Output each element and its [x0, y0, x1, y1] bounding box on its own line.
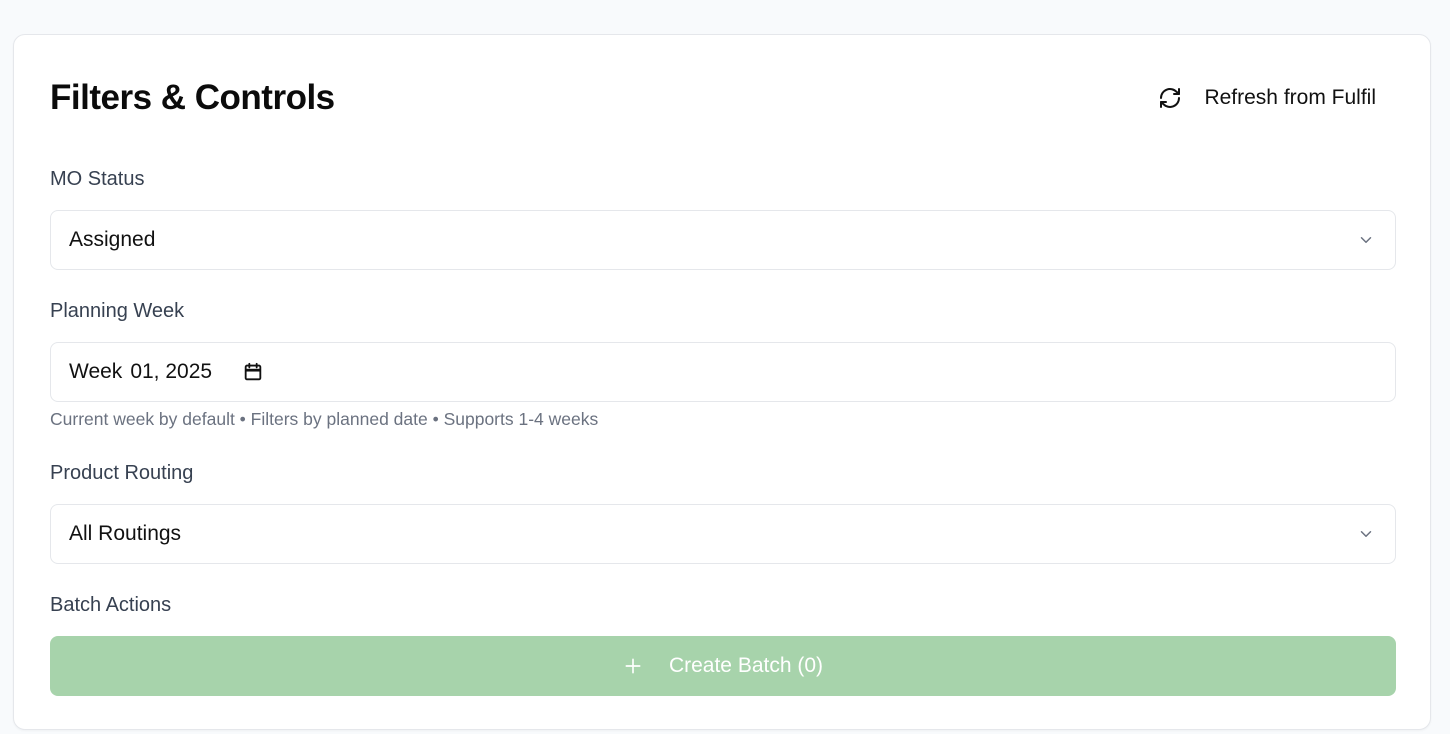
product-routing-label: Product Routing: [50, 462, 194, 484]
mo-status-label: MO Status: [50, 168, 145, 190]
product-routing-selected-value: All Routings: [69, 522, 182, 545]
chevron-down-icon: [1360, 237, 1372, 243]
planning-week-helper-text: Current week by default • Filters by pla…: [50, 409, 599, 429]
refresh-icon: [1158, 86, 1182, 110]
planning-week-label: Planning Week: [50, 300, 185, 322]
week-number-year: 01, 2025: [130, 360, 213, 383]
planning-week-input[interactable]: Week 01, 2025: [50, 342, 1396, 402]
mo-status-selected-value: Assigned: [69, 228, 156, 251]
create-batch-label: Create Batch (0): [668, 654, 824, 677]
create-batch-button[interactable]: Create Batch (0): [50, 636, 1396, 696]
page-title: Filters & Controls: [50, 78, 335, 117]
calendar-icon[interactable]: [242, 361, 264, 383]
week-word: Week: [69, 360, 123, 383]
mo-status-select[interactable]: Assigned: [50, 210, 1396, 270]
planning-week-value: Week 01, 2025: [69, 360, 264, 384]
refresh-button[interactable]: Refresh from Fulfil: [1150, 78, 1394, 118]
refresh-button-label: Refresh from Fulfil: [1204, 86, 1376, 109]
card-header: Filters & Controls Refresh from Fulfil: [50, 77, 1394, 119]
chevron-down-icon: [1360, 531, 1372, 537]
product-routing-select[interactable]: All Routings: [50, 504, 1396, 564]
filters-controls-card: Filters & Controls Refresh from Fulfil M…: [13, 34, 1431, 730]
batch-actions-label: Batch Actions: [50, 594, 172, 616]
plus-icon: [625, 658, 641, 674]
